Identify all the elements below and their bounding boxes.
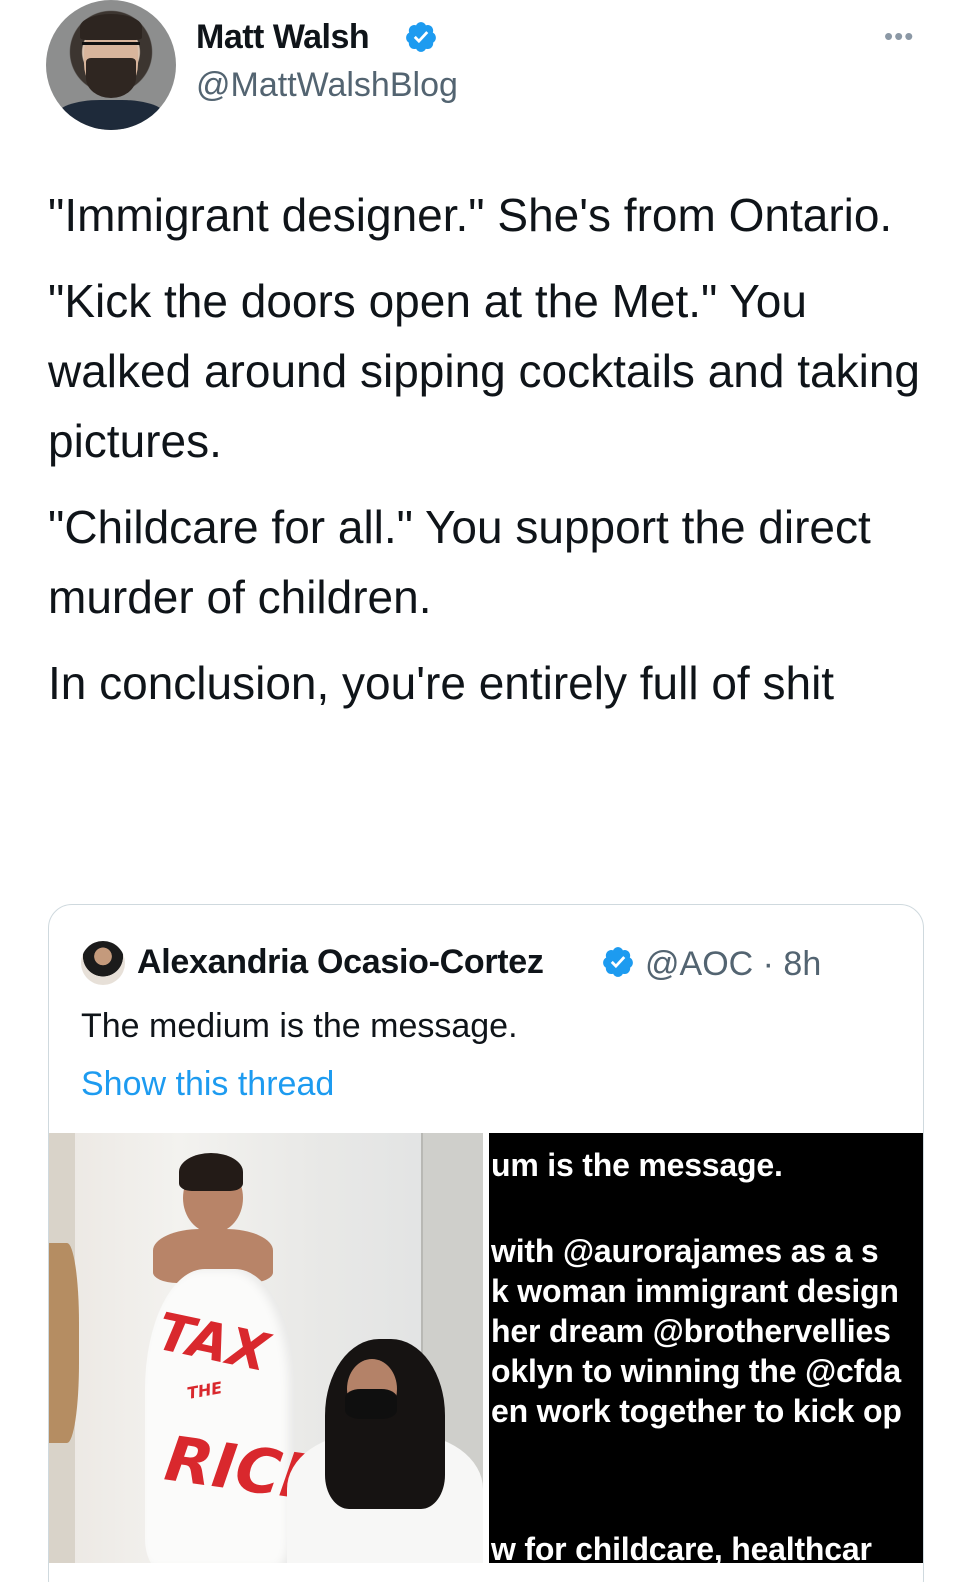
screenshot-line: her dream @brothervellies [491, 1313, 891, 1349]
show-thread-link[interactable]: Show this thread [81, 1065, 334, 1104]
author-handle[interactable]: @MattWalshBlog [196, 66, 458, 105]
quoted-tweet-media[interactable]: TAX THE RICH um is the message. with @au… [49, 1133, 923, 1563]
screenshot-line: um is the message. [491, 1147, 783, 1183]
screenshot-line: with @aurorajames as a s [491, 1233, 879, 1269]
more-options-icon[interactable]: ••• [884, 23, 924, 50]
verified-badge-icon [406, 22, 436, 52]
quoted-tweet-header: Alexandria Ocasio-Cortez @AOC · 8h [81, 939, 881, 985]
tweet-text: "Immigrant designer." She's from Ontario… [48, 180, 938, 734]
tweet-paragraph: "Kick the doors open at the Met." You wa… [48, 275, 920, 467]
quoted-author-avatar[interactable] [81, 941, 125, 985]
media-screenshot[interactable]: um is the message. with @aurorajames as … [489, 1133, 923, 1563]
quoted-tweet-card[interactable]: Alexandria Ocasio-Cortez @AOC · 8h The m… [48, 904, 924, 1582]
author-name[interactable]: Matt Walsh [196, 18, 370, 57]
screenshot-line: oklyn to winning the @cfda [491, 1353, 902, 1389]
tweet-paragraph: "Childcare for all." You support the dir… [48, 501, 871, 623]
quoted-tweet-text: The medium is the message. [81, 1007, 518, 1045]
author-avatar[interactable] [46, 0, 176, 130]
tweet-header: Matt Walsh @MattWalshBlog ••• [46, 0, 936, 130]
tweet-paragraph: In conclusion, you're entirely full of s… [48, 657, 835, 709]
media-photo[interactable]: TAX THE RICH [49, 1133, 483, 1563]
screenshot-line: k woman immigrant design [491, 1273, 899, 1309]
quoted-author-handle-time[interactable]: @AOC · 8h [645, 945, 821, 984]
verified-badge-icon [603, 947, 633, 977]
quoted-author-name[interactable]: Alexandria Ocasio-Cortez [137, 943, 544, 982]
tweet-paragraph: "Immigrant designer." She's from Ontario… [48, 189, 893, 241]
screenshot-line: w for childcare, healthcar [491, 1531, 872, 1563]
screenshot-line: en work together to kick op [491, 1393, 902, 1429]
